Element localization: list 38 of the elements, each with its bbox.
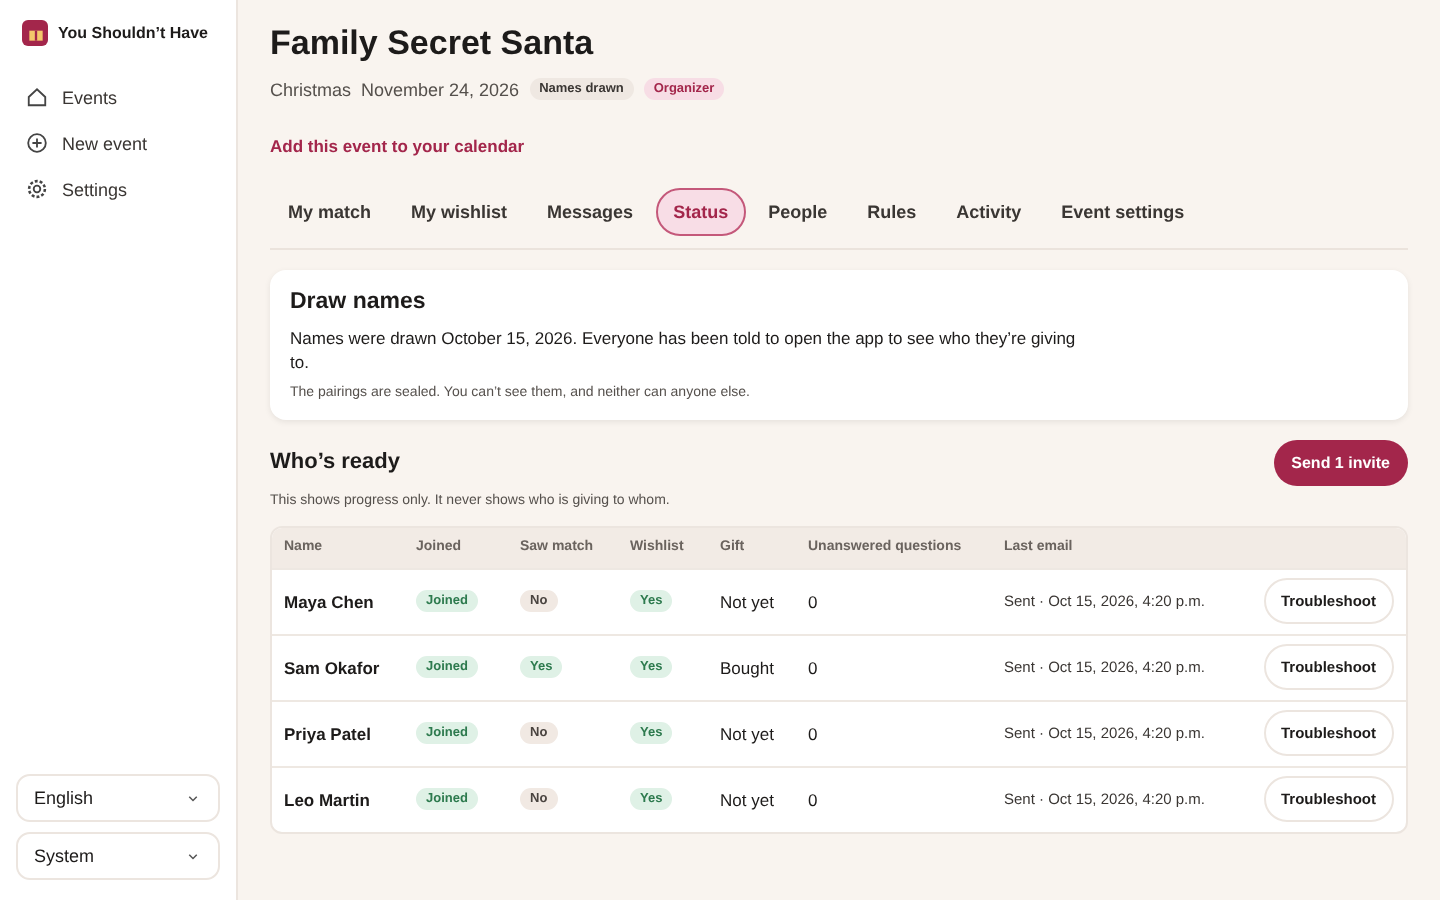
table-cell-text: Priya Patel [284, 723, 373, 744]
tab[interactable]: My match [270, 188, 390, 236]
tab[interactable]: Status [655, 188, 747, 236]
calendar-link[interactable]: Add this event to your calendar [270, 136, 525, 156]
event-title: Family Secret Santa [270, 24, 596, 64]
sidebar-item[interactable]: New event [16, 120, 220, 166]
card-text: Names were drawn October 15, 2026. Everyone has been told to open the app to see who they’re giving to. [290, 326, 1078, 376]
add-icon [26, 132, 48, 154]
app-name: You Shouldn’t Have [58, 24, 208, 42]
table-cell-text: Not yet [720, 723, 776, 744]
table-cell-text: 0 [808, 723, 820, 744]
event-date: November 24, 2026 [361, 79, 520, 99]
table-cell-text: Leo Martin [284, 789, 372, 810]
event-occasion: Christmas [270, 79, 352, 99]
table-cell-text: Not yet [720, 789, 776, 810]
table-cell-text: 0 [808, 657, 820, 678]
send-invite-button[interactable]: Send 1 invite [1273, 439, 1408, 486]
sidebar-item[interactable]: Events [16, 74, 220, 120]
table-cell-text: 0 [808, 591, 820, 612]
tab[interactable]: Rules [849, 188, 935, 236]
tab[interactable]: People [750, 188, 846, 236]
table-cell-text: 0 [808, 789, 820, 810]
tab[interactable]: Messages [529, 188, 652, 236]
tab[interactable]: Activity [938, 188, 1040, 236]
table-cell-text: Bought [720, 657, 776, 678]
tab[interactable]: My wishlist [393, 188, 526, 236]
gift-icon [22, 20, 48, 46]
table-cell-text: Maya Chen [284, 591, 376, 612]
language-select[interactable]: English [16, 774, 220, 822]
home-icon [26, 86, 48, 108]
table-cell-text: Not yet [720, 591, 776, 612]
theme-select[interactable]: System [16, 832, 220, 880]
table-cell-text: Sam Okafor [284, 657, 382, 678]
card-title: Draw names [290, 290, 428, 314]
tab[interactable]: Event settings [1043, 188, 1203, 236]
sidebar-item[interactable]: Settings [16, 166, 220, 212]
settings-icon [26, 178, 48, 200]
section-title: Who’s ready [270, 450, 400, 475]
